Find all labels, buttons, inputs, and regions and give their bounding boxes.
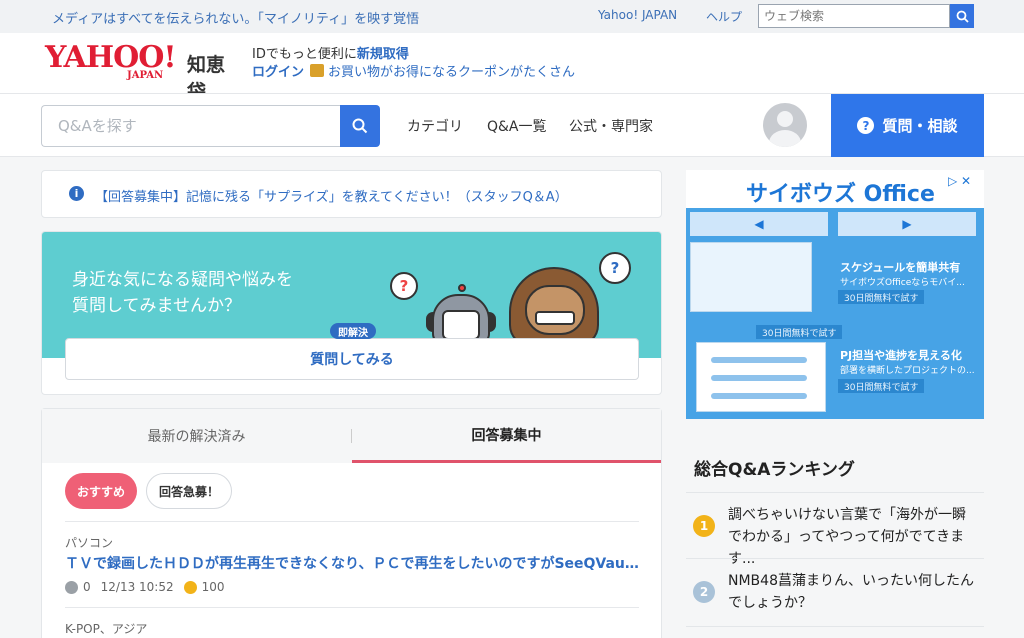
rank-badge: 1 — [693, 515, 715, 537]
coin-icon — [183, 580, 197, 594]
robot-antenna — [458, 284, 466, 292]
top-strip: メディアはすべてを伝えられない。「マイノリティ」を映す覚悟 Yahoo! JAP… — [0, 0, 1024, 33]
yahoo-japan-link[interactable]: Yahoo! JAPAN — [598, 8, 677, 22]
ad-next-button[interactable]: ▶ — [838, 212, 976, 236]
ad-choices-close-icon[interactable]: ▷ ✕ — [948, 174, 971, 188]
notice-text[interactable]: 【回答募集中】記憶に残る「サプライズ」を教えてください！（スタッフQ＆A） — [95, 186, 568, 205]
ask-promo-card: 身近な気になる疑問や悩みを 質問してみませんか？ ? ? 質問してみる 即解決 — [41, 231, 662, 395]
question-category[interactable]: K-POP、アジア — [65, 620, 147, 637]
ad-feature-2-title: PJ担当や進捗を見える化 — [840, 349, 962, 362]
answer-count-icon — [65, 580, 78, 594]
qa-search-input[interactable] — [41, 105, 340, 147]
rank-badge: 2 — [693, 581, 715, 603]
ranking-item[interactable]: 2 NMB48菖蒲まりん、いったい何したんでしょうか？ — [686, 570, 984, 622]
id-promo-text: IDでもっと便利に — [252, 47, 357, 62]
register-link[interactable]: 新規取得 — [357, 47, 409, 62]
nav-bar: カテゴリ Q&A一覧 公式・専門家 ? 質問・相談 — [0, 93, 1024, 157]
cybozu-office-ad[interactable]: サイボウズ Office ▷ ✕ ◀ ▶ スケジュールを簡単共有 サイボウズOf… — [686, 170, 984, 419]
ask-question-button[interactable]: ? 質問・相談 — [831, 94, 984, 157]
ad-feature-2-sub: 部署を横断したプロジェクトの... — [840, 366, 975, 376]
ad-free-trial-badge: 30日間無料で試す — [838, 379, 925, 393]
ranking-divider — [686, 626, 984, 627]
ranking-divider — [686, 558, 984, 559]
question-category[interactable]: パソコン — [65, 534, 113, 551]
qa-search-button[interactable] — [340, 105, 380, 147]
ad-project-screenshot — [696, 342, 826, 412]
ad-free-trial-badge: 30日間無料で試す — [756, 325, 843, 339]
ad-brand[interactable]: サイボウズ Office — [746, 176, 935, 208]
ranking-item-text[interactable]: 調べちゃいけない言葉で「海外が一瞬でわかる」ってやつって何がでてきます... — [728, 504, 978, 570]
nav-qa-list-link[interactable]: Q&A一覧 — [487, 116, 547, 136]
ad-row-shape — [711, 357, 807, 363]
login-link[interactable]: ログイン — [252, 61, 304, 80]
filter-recommended-chip[interactable]: おすすめ — [65, 473, 138, 509]
ad-row-shape — [711, 393, 807, 399]
gorilla-mascot-icon — [505, 267, 605, 347]
ask-now-button[interactable]: 質問してみる — [65, 338, 639, 380]
notice-banner[interactable]: i 【回答募集中】記憶に残る「サプライズ」を教えてください！（スタッフQ＆A） — [41, 170, 662, 218]
robot-face — [442, 310, 480, 340]
chiebukuro-logo[interactable]: YAHOO! JAPAN 知恵袋 — [45, 40, 240, 103]
tab-latest-solved[interactable]: 最新の解決済み — [42, 409, 351, 463]
coin-amount: 100 — [201, 580, 225, 594]
search-icon — [956, 10, 969, 23]
avatar[interactable] — [763, 103, 807, 147]
ranking-item[interactable]: 1 調べちゃいけない言葉で「海外が一瞬でわかる」ってやつって何がでてきます... — [686, 504, 984, 567]
web-search-input[interactable] — [758, 4, 950, 28]
coupon-icon — [310, 64, 325, 77]
question-item[interactable]: K-POP、アジア — [65, 607, 639, 638]
tab-open-questions[interactable]: 回答募集中 — [352, 409, 661, 463]
nav-category-link[interactable]: カテゴリ — [407, 116, 463, 136]
gorilla-face — [525, 285, 585, 335]
avatar-head-shape — [777, 111, 793, 127]
instant-badge: 即解決 — [330, 323, 376, 339]
ranking-title: 総合Q&Aランキング — [694, 460, 855, 480]
question-list-panel: 最新の解決済み 回答募集中 おすすめ 回答急募！ パソコン ＴＶで録画したＨＤＤ… — [41, 408, 662, 638]
id-promo: IDでもっと便利に新規取得 — [252, 43, 409, 62]
logo-japan-text: JAPAN — [127, 70, 164, 81]
ad-free-trial-badge: 30日間無料で試す — [838, 290, 925, 304]
answer-count: 0 — [83, 580, 91, 594]
web-search-button[interactable] — [950, 4, 974, 28]
ad-calendar-screenshot — [690, 242, 812, 312]
ask-question-label: 質問・相談 — [882, 117, 958, 135]
ranking-divider — [686, 492, 984, 493]
nav-official-expert-link[interactable]: 公式・専門家 — [569, 116, 653, 136]
info-icon: i — [69, 186, 84, 201]
avatar-body-shape — [769, 130, 801, 147]
question-datetime: 12/13 10:52 — [100, 580, 174, 594]
tab-bar: 最新の解決済み 回答募集中 — [42, 409, 661, 463]
question-bubble-icon: ? — [390, 272, 418, 300]
robot-mascot-icon — [426, 284, 496, 344]
promo-line-2: 質問してみませんか？ — [72, 296, 241, 316]
login-row: ログイン お買い物がお得になるクーポンがたくさん — [252, 61, 575, 80]
ranking-item-text[interactable]: NMB48菖蒲まりん、いったい何したんでしょうか？ — [728, 570, 978, 614]
question-meta: 0 12/13 10:52 100 — [65, 580, 225, 594]
promo-line-1: 身近な気になる疑問や悩みを — [72, 270, 293, 290]
help-link[interactable]: ヘルプ — [706, 8, 742, 25]
ad-prev-button[interactable]: ◀ — [690, 212, 828, 236]
gorilla-teeth — [535, 311, 575, 325]
site-header: YAHOO! JAPAN 知恵袋 IDでもっと便利に新規取得 ログイン お買い物… — [0, 33, 1024, 103]
ad-feature-1-sub: サイボウズOfficeならモバイ... — [840, 278, 965, 288]
news-tagline-link[interactable]: メディアはすべてを伝えられない。「マイノリティ」を映す覚悟 — [52, 8, 419, 27]
search-icon — [352, 118, 368, 134]
ad-row-shape — [711, 375, 807, 381]
coupon-link[interactable]: お買い物がお得になるクーポンがたくさん — [328, 61, 575, 80]
filter-urgent-chip[interactable]: 回答急募！ — [146, 473, 233, 509]
ad-feature-1-title: スケジュールを簡単共有 — [840, 261, 961, 274]
question-title[interactable]: ＴＶで録画したＨＤＤが再生再生できなくなり、ＰＣで再生をしたいのですがSeeQV… — [65, 553, 639, 573]
question-item[interactable]: パソコン ＴＶで録画したＨＤＤが再生再生できなくなり、ＰＣで再生をしたいのですが… — [65, 521, 639, 607]
question-icon: ? — [857, 117, 875, 134]
